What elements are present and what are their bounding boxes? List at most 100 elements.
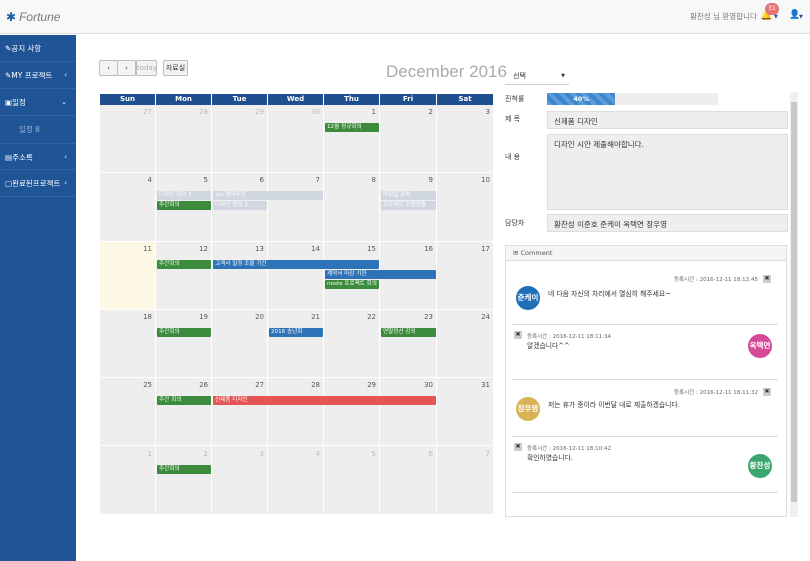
- calendar-day-cell[interactable]: 7: [268, 173, 324, 242]
- day-number: 2: [203, 449, 208, 458]
- day-number: 13: [255, 244, 264, 253]
- calendar-day-cell[interactable]: 4: [268, 446, 324, 515]
- calendar-day-cell[interactable]: 30: [380, 378, 437, 447]
- calendar-event[interactable]: 연말정산 강의: [381, 327, 436, 337]
- calendar-event[interactable]: 디자인 회의 1: [157, 191, 211, 201]
- calendar-event[interactable]: 주간회의: [157, 259, 211, 269]
- content-textarea[interactable]: 디자인 시안 제출해야합니다.: [547, 134, 788, 210]
- calendar-day-cell[interactable]: 24: [437, 309, 494, 379]
- prev-button[interactable]: ‹: [99, 60, 118, 76]
- calendar-day-cell[interactable]: 26: [156, 378, 212, 447]
- calendar-day-cell[interactable]: 3: [212, 446, 268, 515]
- calendar-event[interactable]: 디자인 점검 2: [213, 201, 267, 211]
- day-number: 4: [147, 176, 152, 185]
- calendar-event[interactable]: 계약서 마감 기한: [325, 269, 436, 279]
- top-navbar: ✱ Fortune 황찬성 님 환영합니다 🔔 31 ▼ 👤 ▼: [0, 0, 810, 34]
- calendar-grid: 27 28 29 30 1 2 3 4 5 6 7 8 9 10 11 12 13 14 15 16 17 18 19 20 2…: [100, 105, 494, 515]
- calendar-day-cell[interactable]: 28: [156, 105, 212, 174]
- status-select[interactable]: 선택 ▼: [505, 68, 569, 85]
- welcome-text: 황찬성 님 환영합니다: [690, 12, 757, 21]
- owner-field[interactable]: 황찬성 이준호 준케이 옥택연 장우영: [547, 214, 788, 232]
- day-number: 7: [315, 176, 320, 185]
- calendar-event[interactable]: 마감일 준비: [381, 191, 436, 201]
- calendar-day-cell[interactable]: 28: [268, 378, 324, 447]
- day-number: 1: [371, 108, 376, 116]
- calendar-event[interactable]: 주간 회의: [157, 396, 211, 406]
- calendar-day-cell[interactable]: 11: [100, 241, 156, 310]
- calendar-day-cell[interactable]: 23: [380, 309, 437, 379]
- delete-icon[interactable]: ✖: [514, 331, 522, 339]
- day-number: 30: [424, 381, 433, 390]
- calendar-day-cell[interactable]: 30: [268, 105, 324, 174]
- calendar-event[interactable]: 2016 송년회: [269, 327, 323, 337]
- caret-down-icon[interactable]: ▼: [774, 14, 778, 20]
- progress-fill: 40%: [547, 93, 616, 105]
- scrollbar[interactable]: [790, 92, 798, 517]
- delete-icon[interactable]: ✖: [763, 388, 771, 396]
- calendar-day-cell[interactable]: 7: [437, 446, 494, 515]
- sidebar-item-label: 완료된프로젝트: [12, 179, 61, 188]
- calendar-day-cell[interactable]: 20: [212, 309, 268, 379]
- calendar-day-cell[interactable]: 1: [100, 446, 156, 515]
- sidebar-item-notice[interactable]: ✎공지 사항: [0, 35, 76, 62]
- day-number: 10: [481, 176, 490, 185]
- today-button[interactable]: today: [136, 60, 157, 76]
- weekday-mon: Mon: [156, 94, 212, 105]
- day-number: 27: [143, 108, 152, 116]
- calendar-day-cell[interactable]: 1: [324, 105, 380, 174]
- calendar-day-cell[interactable]: 29: [212, 105, 268, 174]
- calendar-day-cell[interactable]: 27: [100, 105, 156, 174]
- calendar-day-cell[interactable]: 25: [100, 378, 156, 447]
- calendar-day-cell[interactable]: 10: [437, 173, 494, 242]
- sidebar-item-completed[interactable]: ▢완료된프로젝트 ‹: [0, 170, 76, 197]
- calendar-day-cell[interactable]: 6: [380, 446, 437, 515]
- calendar-event[interactable]: 주간회의: [157, 327, 211, 337]
- caret-down-icon[interactable]: ▼: [799, 14, 803, 20]
- calendar-event[interactable]: a/s 센터추진: [213, 191, 323, 201]
- room-button[interactable]: 자료실: [163, 60, 188, 76]
- calendar-day-cell[interactable]: 5: [324, 446, 380, 515]
- calendar-day-cell[interactable]: 27: [212, 378, 268, 447]
- sidebar-item-my-project[interactable]: ✎MY 프로젝트 ‹: [0, 62, 76, 89]
- calendar-event[interactable]: 주간회의: [157, 464, 211, 474]
- next-button[interactable]: ›: [117, 60, 136, 76]
- select-value: 선택: [513, 72, 526, 80]
- weekday-sat: Sat: [437, 94, 494, 105]
- calendar-day-cell[interactable]: 21: [268, 309, 324, 379]
- comment-item: ✖ 등록시간 : 2016-12-11 18:10:42 확인하였습니다. 황찬…: [506, 438, 786, 498]
- calendar-event[interactable]: 신제품 디자인: [213, 396, 436, 406]
- calendar-day-cell[interactable]: 19: [156, 309, 212, 379]
- day-number: 11: [143, 244, 152, 253]
- calendar-day-cell[interactable]: 3: [437, 105, 494, 174]
- day-number: 2: [428, 108, 433, 116]
- calendar-day-cell[interactable]: 4: [100, 173, 156, 242]
- sidebar-item-schedule[interactable]: ▣일정 ⌄: [0, 89, 76, 116]
- calendar-event[interactable]: 고객사 일정 조율 기간: [213, 259, 379, 269]
- sidebar-item-label: MY 프로젝트: [11, 71, 53, 80]
- sidebar-item-addressbook[interactable]: ▤주소록 ‹: [0, 143, 76, 170]
- calendar-day-cell[interactable]: 18: [100, 309, 156, 379]
- calendar-event[interactable]: 12월 정규회의: [325, 123, 379, 132]
- day-number: 5: [203, 176, 208, 185]
- calendar-day-cell[interactable]: 31: [437, 378, 494, 447]
- calendar-day-cell[interactable]: 13: [212, 241, 268, 310]
- brand[interactable]: ✱ Fortune: [6, 10, 60, 24]
- scrollbar-thumb[interactable]: [791, 102, 797, 502]
- calendar-day-cell[interactable]: 17: [437, 241, 494, 310]
- calendar-day-cell[interactable]: 8: [324, 173, 380, 242]
- calendar-event[interactable]: noste 프로젝트 회의: [325, 279, 379, 289]
- calendar-day-cell[interactable]: 29: [324, 378, 380, 447]
- calendar-day-cell[interactable]: 2: [380, 105, 437, 174]
- delete-icon[interactable]: ✖: [763, 275, 771, 283]
- day-number: 9: [428, 176, 433, 185]
- sidebar-subitem-schedule[interactable]: 일정 8: [0, 116, 76, 143]
- calendar-event[interactable]: 주간회의: [157, 201, 211, 211]
- title-field[interactable]: 신제품 디자인: [547, 111, 788, 129]
- calendar-day-cell[interactable]: 22: [324, 309, 380, 379]
- calendar-day-cell[interactable]: 2: [156, 446, 212, 515]
- calendar-title: December 2016: [386, 62, 507, 81]
- calendar-day-cell[interactable]: 14: [268, 241, 324, 310]
- calendar-day-cell[interactable]: 12: [156, 241, 212, 310]
- calendar-event[interactable]: 프로젝트 진행현황: [381, 201, 436, 211]
- delete-icon[interactable]: ✖: [514, 443, 522, 451]
